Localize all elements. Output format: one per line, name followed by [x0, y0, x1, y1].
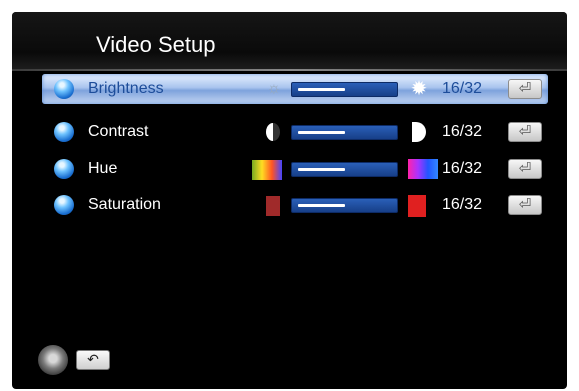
- sun-small-icon: ☼: [266, 80, 282, 97]
- setting-row-contrast[interactable]: Contrast 16/32 ⏎: [42, 117, 548, 147]
- setting-label: Contrast: [88, 123, 149, 140]
- bullet-icon: [54, 79, 74, 99]
- setting-row-saturation[interactable]: Saturation 16/32 ⏎: [42, 190, 548, 220]
- bullet-icon: [54, 195, 74, 215]
- sun-icon: ✹: [410, 78, 428, 100]
- setting-label: Brightness: [88, 80, 164, 97]
- dpad-icon: [38, 345, 68, 375]
- page-title: Video Setup: [96, 32, 216, 57]
- enter-icon: ⏎: [518, 80, 532, 97]
- video-setup-screen: Video Setup Brightness ☼ ✹ 16/32 ⏎ Contr…: [12, 12, 567, 389]
- enter-button[interactable]: ⏎: [508, 122, 542, 142]
- slider-fill: [298, 204, 345, 207]
- contrast-half-icon: [266, 123, 282, 141]
- setting-value: 16/32: [442, 123, 483, 140]
- setting-row-hue[interactable]: Hue 16/32 ⏎: [42, 154, 548, 184]
- hue-slider[interactable]: [291, 162, 398, 177]
- brightness-slider[interactable]: [291, 82, 398, 97]
- saturation-high-icon: [408, 195, 430, 217]
- enter-icon: ⏎: [518, 196, 532, 213]
- enter-button[interactable]: ⏎: [508, 195, 542, 215]
- enter-icon: ⏎: [518, 123, 532, 140]
- enter-icon: ⏎: [518, 160, 532, 177]
- setting-row-brightness[interactable]: Brightness ☼ ✹ 16/32 ⏎: [42, 74, 548, 104]
- saturation-slider[interactable]: [291, 198, 398, 213]
- slider-fill: [298, 168, 345, 171]
- enter-button[interactable]: ⏎: [508, 159, 542, 179]
- crescent-icon: [408, 122, 430, 142]
- back-icon: ↶: [87, 351, 99, 367]
- saturation-low-icon: [266, 196, 282, 216]
- header-bar: Video Setup: [12, 12, 567, 70]
- setting-label: Saturation: [88, 196, 161, 213]
- hue-spectrum-icon: [252, 160, 282, 180]
- slider-fill: [298, 131, 345, 134]
- contrast-slider[interactable]: [291, 125, 398, 140]
- setting-value: 16/32: [442, 80, 483, 97]
- back-button[interactable]: ↶: [76, 350, 110, 370]
- bullet-icon: [54, 159, 74, 179]
- setting-value: 16/32: [442, 196, 483, 213]
- header-divider: [12, 69, 567, 71]
- slider-fill: [298, 88, 345, 91]
- bullet-icon: [54, 122, 74, 142]
- setting-label: Hue: [88, 160, 118, 177]
- setting-value: 16/32: [442, 160, 483, 177]
- hue-spectrum-icon: [408, 159, 438, 179]
- enter-button[interactable]: ⏎: [508, 79, 542, 99]
